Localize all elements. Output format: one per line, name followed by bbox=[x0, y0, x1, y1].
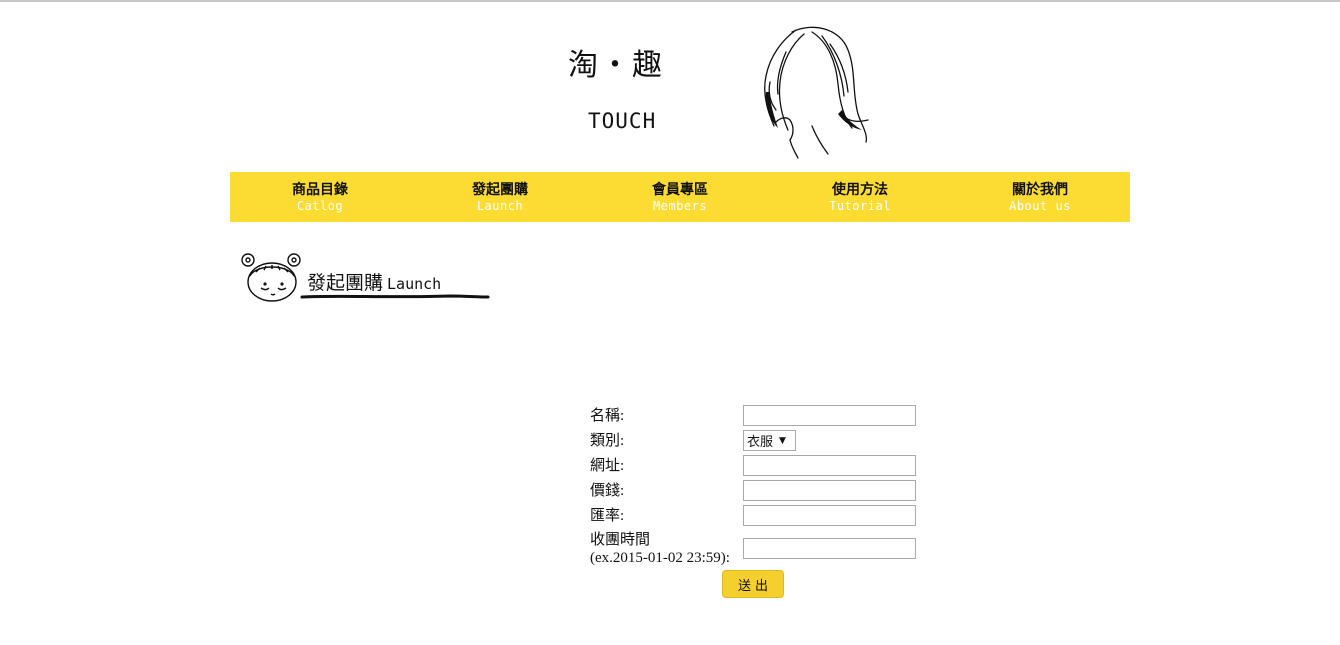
price-label: 價錢: bbox=[590, 483, 625, 499]
nav-item-label: 會員專區 bbox=[652, 181, 708, 198]
top-divider bbox=[0, 0, 1340, 2]
deadline-input[interactable] bbox=[743, 538, 916, 559]
girl-profile-sketch-icon bbox=[764, 26, 869, 159]
nav-item-tutorial[interactable]: 使用方法 Tutorial bbox=[770, 172, 950, 222]
nav-item-label: 發起團購 bbox=[472, 181, 528, 198]
rate-input[interactable] bbox=[743, 505, 916, 526]
nav-item-sublabel: Catlog bbox=[296, 198, 344, 213]
nav-item-catalog[interactable]: 商品目錄 Catlog bbox=[230, 172, 410, 222]
page: 淘・趣 TOUCH 商品目錄 Catlog 發起團購 Launch 會員專區 M… bbox=[0, 0, 1340, 645]
submit-button[interactable]: 送出 bbox=[722, 570, 784, 598]
girl-face-icon bbox=[241, 253, 301, 302]
nav-item-label: 使用方法 bbox=[832, 181, 888, 198]
deadline-hint: (ex.2015-01-02 23:59): bbox=[590, 550, 730, 566]
nav-item-label: 商品目錄 bbox=[292, 181, 348, 198]
logo-chinese: 淘・趣 bbox=[568, 48, 664, 83]
triangle-down-icon: ▼ bbox=[779, 435, 786, 446]
section-title: 發起團購 Launch bbox=[307, 270, 441, 296]
category-select-value: 衣服 bbox=[747, 435, 774, 450]
section-title-cn: 發起團購 bbox=[307, 272, 384, 294]
category-select[interactable]: 衣服 ▼ bbox=[743, 430, 796, 451]
url-label: 網址: bbox=[590, 458, 625, 474]
section-title-en: Launch bbox=[387, 275, 442, 293]
main-nav: 商品目錄 Catlog 發起團購 Launch 會員專區 Members 使用方… bbox=[230, 172, 1130, 222]
nav-item-members[interactable]: 會員專區 Members bbox=[590, 172, 770, 222]
deadline-label: 收團時間 bbox=[590, 532, 651, 548]
price-input[interactable] bbox=[743, 480, 916, 501]
brush-underline bbox=[300, 294, 490, 299]
logo-english: TOUCH bbox=[588, 109, 657, 133]
name-input[interactable] bbox=[743, 405, 916, 426]
nav-item-sublabel: Launch bbox=[476, 198, 524, 213]
category-label: 類別: bbox=[590, 433, 625, 449]
name-label: 名稱: bbox=[590, 408, 625, 424]
rate-label: 匯率: bbox=[590, 508, 625, 524]
nav-item-about[interactable]: 關於我們 About us bbox=[950, 172, 1130, 222]
nav-item-label: 關於我們 bbox=[1012, 181, 1068, 198]
nav-item-sublabel: Members bbox=[652, 198, 708, 213]
nav-item-sublabel: About us bbox=[1009, 198, 1071, 213]
nav-item-sublabel: Tutorial bbox=[829, 198, 891, 213]
url-input[interactable] bbox=[743, 455, 916, 476]
nav-item-launch[interactable]: 發起團購 Launch bbox=[410, 172, 590, 222]
